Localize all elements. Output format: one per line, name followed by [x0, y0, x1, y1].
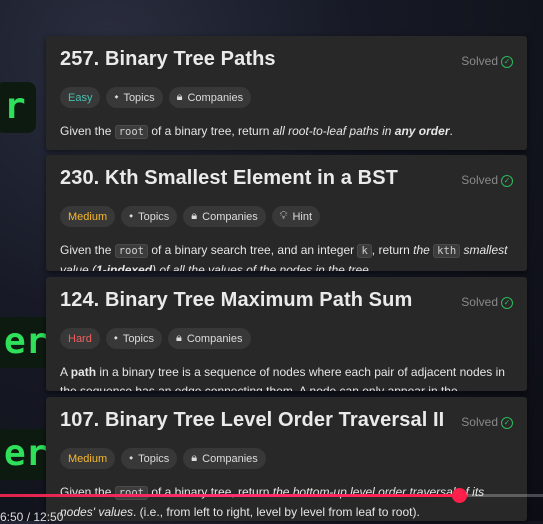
- topics-label: Topics: [123, 91, 155, 104]
- companies-label: Companies: [202, 210, 258, 223]
- problem-title[interactable]: 107. Binary Tree Level Order Traversal I…: [60, 409, 444, 432]
- tag-row: Medium ⬩ Topics 🔒︎ Companies 💡︎ Hint: [60, 206, 321, 227]
- topics-label: Topics: [138, 210, 170, 223]
- problem-description: A path in a binary tree is a sequence of…: [60, 365, 505, 391]
- problem-title[interactable]: 124. Binary Tree Maximum Path Sum: [60, 289, 412, 312]
- solved-label: Solved: [461, 415, 498, 429]
- topics-label: Topics: [138, 452, 170, 465]
- tag-row: Hard ⬩ Topics 🔒︎ Companies: [60, 328, 251, 349]
- lock-icon: 🔒︎: [176, 332, 182, 344]
- companies-tag[interactable]: 🔒︎ Companies: [183, 448, 266, 469]
- check-circle-icon: ✓: [501, 417, 513, 429]
- lightbulb-icon: 💡︎: [279, 210, 288, 222]
- companies-tag[interactable]: 🔒︎ Companies: [168, 328, 251, 349]
- tag-row: Easy ⬩ Topics 🔒︎ Companies: [60, 87, 252, 108]
- check-circle-icon: ✓: [501, 175, 513, 187]
- problem-card[interactable]: 124. Binary Tree Maximum Path Sum Solved…: [46, 277, 527, 391]
- lock-icon: 🔒︎: [176, 91, 183, 103]
- problem-card[interactable]: 257. Binary Tree Paths Solved ✓ Easy ⬩ Top…: [46, 36, 527, 150]
- tag-icon: ⬩: [113, 332, 118, 344]
- check-circle-icon: ✓: [501, 297, 513, 309]
- solved-status: Solved ✓: [461, 54, 513, 68]
- tag-icon: ⬩: [114, 91, 119, 103]
- topics-tag[interactable]: ⬩ Topics: [121, 206, 178, 227]
- problem-title[interactable]: 257. Binary Tree Paths: [60, 48, 276, 71]
- tag-icon: ⬩: [129, 210, 134, 222]
- video-progress-bar[interactable]: [0, 488, 543, 503]
- hint-tag[interactable]: 💡︎ Hint: [271, 206, 321, 227]
- playback-time: 6:50 / 12:50: [0, 510, 64, 524]
- topics-label: Topics: [122, 332, 154, 345]
- companies-label: Companies: [202, 452, 258, 465]
- problem-description: Given the root of a binary tree, return …: [60, 485, 485, 519]
- lock-icon: 🔒︎: [191, 452, 198, 464]
- companies-tag[interactable]: 🔒︎ Companies: [168, 87, 252, 108]
- problem-card[interactable]: 230. Kth Smallest Element in a BST Solve…: [46, 155, 527, 271]
- difficulty-badge: Medium: [60, 206, 116, 227]
- background-code-word: r: [0, 82, 36, 133]
- problem-card[interactable]: 107. Binary Tree Level Order Traversal I…: [46, 397, 527, 521]
- inline-code: root: [114, 125, 148, 139]
- progress-fill: [0, 494, 459, 497]
- problem-description: Given the root of a binary search tree, …: [60, 243, 508, 271]
- progress-scrubber-handle[interactable]: [451, 488, 467, 503]
- solved-label: Solved: [461, 54, 498, 68]
- solved-status: Solved ✓: [461, 173, 513, 187]
- companies-tag[interactable]: 🔒︎ Companies: [183, 206, 266, 227]
- topics-tag[interactable]: ⬩ Topics: [121, 448, 178, 469]
- check-circle-icon: ✓: [501, 56, 513, 68]
- topics-tag[interactable]: ⬩ Topics: [106, 87, 163, 108]
- problem-title[interactable]: 230. Kth Smallest Element in a BST: [60, 167, 398, 190]
- problem-description: Given the root of a binary tree, return …: [60, 124, 453, 139]
- lock-icon: 🔒︎: [191, 210, 198, 222]
- tag-row: Medium ⬩ Topics 🔒︎ Companies: [60, 448, 266, 469]
- difficulty-badge: Easy: [60, 87, 101, 108]
- hint-label: Hint: [292, 210, 313, 223]
- solved-status: Solved ✓: [461, 295, 513, 309]
- companies-label: Companies: [187, 91, 244, 104]
- solved-label: Solved: [461, 173, 498, 187]
- companies-label: Companies: [186, 332, 243, 345]
- topics-tag[interactable]: ⬩ Topics: [105, 328, 162, 349]
- tag-icon: ⬩: [129, 452, 134, 464]
- solved-status: Solved ✓: [461, 415, 513, 429]
- solved-label: Solved: [461, 295, 498, 309]
- difficulty-badge: Medium: [60, 448, 116, 469]
- difficulty-badge: Hard: [60, 328, 100, 349]
